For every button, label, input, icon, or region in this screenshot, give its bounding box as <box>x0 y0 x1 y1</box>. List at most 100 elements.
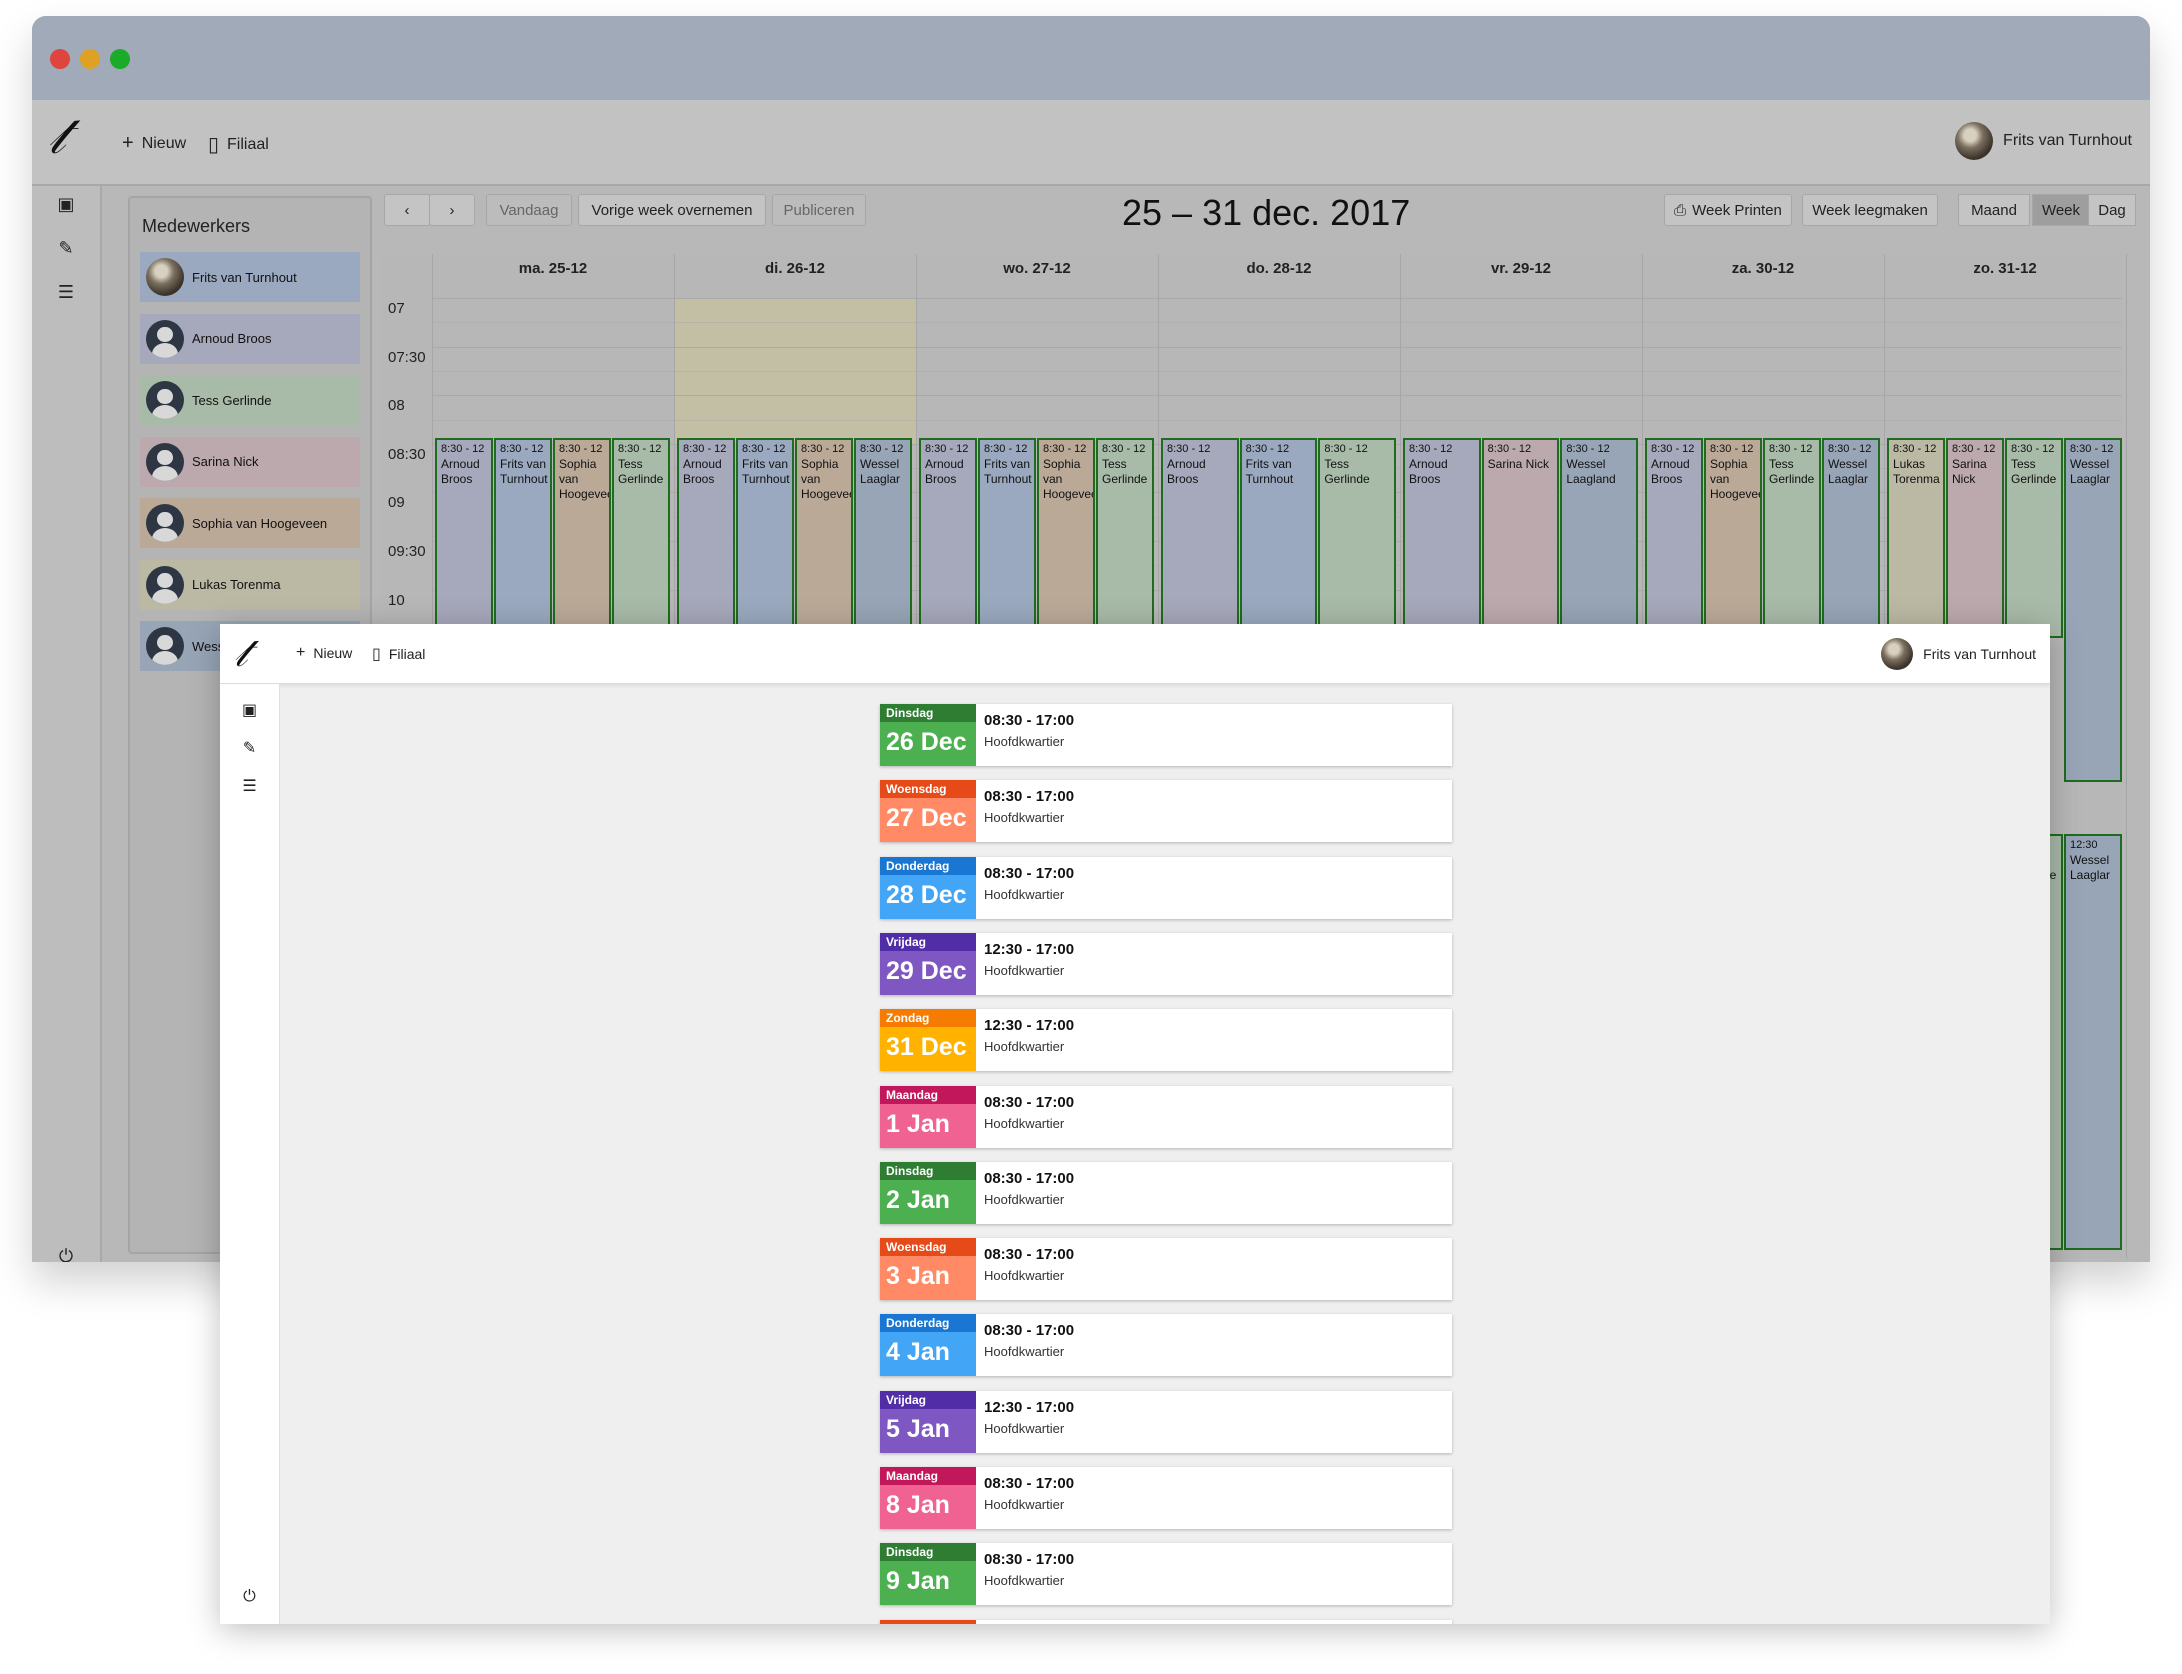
calendar-icon[interactable]: ▣ <box>220 700 279 720</box>
employee-item[interactable]: Sophia van Hoogeveen <box>140 498 360 548</box>
shift-block[interactable]: 8:30 - 12 Wessel Laaglar <box>854 437 912 638</box>
view-dag-button[interactable]: Dag <box>2088 194 2136 226</box>
shift-location: Hoofdkwartier <box>984 1115 1065 1131</box>
weekday-label: Dinsdag <box>880 704 976 722</box>
copy-previous-week-button[interactable]: Vorige week overnemen <box>578 194 766 226</box>
shift-block[interactable]: 8:30 - 12 Tess Gerlinde <box>1318 437 1396 638</box>
day-header[interactable]: vr. 29-12 <box>1400 254 1642 282</box>
zoom-window-button[interactable] <box>110 49 130 69</box>
shift-block[interactable]: 8:30 - 12 Frits van Turnhout <box>494 437 552 638</box>
shift-block[interactable]: 8:30 - 12 Frits van Turnhout <box>736 437 794 638</box>
previous-week-button[interactable]: ‹ <box>384 194 430 226</box>
shift-block[interactable]: 8:30 - 12Sophia van Hoogeveen <box>1704 437 1762 638</box>
shift-block[interactable]: 8:30 - 12 Frits van Turnhout <box>978 437 1036 638</box>
power-icon[interactable]: ⏻ <box>220 1588 279 1606</box>
new-label: Nieuw <box>141 134 187 152</box>
side-navigation: ▣ ✎ ☰ ⏻ <box>32 186 102 1262</box>
day-header[interactable]: wo. 27-12 <box>916 254 1158 282</box>
day-header[interactable]: do. 28-12 <box>1158 254 1400 282</box>
date-badge: Zondag 31 Dec <box>880 1009 976 1072</box>
shift-block[interactable]: 8:30 - 12 Wessel Laagland <box>1560 437 1638 638</box>
list-icon[interactable]: ☰ <box>220 776 279 796</box>
shift-time: 8:30 - 12 <box>1710 442 1754 455</box>
day-header[interactable]: di. 26-12 <box>674 254 916 282</box>
schedule-card[interactable]: Vrijdag 5 Jan 12:30 - 17:00 Hoofdkwartier <box>880 1390 1452 1453</box>
shift-block[interactable]: 8:30 - 12 Tess Gerlinde <box>1763 437 1821 638</box>
day-header[interactable]: ma. 25-12 <box>432 254 674 282</box>
employee-item[interactable]: Arnoud Broos <box>140 313 360 364</box>
shift-block[interactable]: 12:30 Wessel Laaglar <box>2064 834 2122 1250</box>
pencil-icon[interactable]: ✎ <box>32 238 100 259</box>
shift-block[interactable]: 8:30 - 12 Arnoud Broos <box>1645 437 1703 638</box>
app-logo-icon[interactable]: 𝓉 <box>234 630 248 676</box>
schedule-card[interactable]: Maandag 1 Jan 08:30 - 17:00 Hoofdkwartier <box>880 1085 1452 1148</box>
shift-block[interactable]: 8:30 - 12Sophia van Hoogeveen <box>795 437 853 638</box>
clear-week-button[interactable]: Week leegmaken <box>1802 194 1938 226</box>
date-label: 26 Dec <box>886 728 967 756</box>
shift-block[interactable]: 8:30 - 12 Tess Gerlinde <box>1096 437 1154 638</box>
shift-block[interactable]: 8:30 - 12 Arnoud Broos <box>1403 437 1481 638</box>
power-icon[interactable]: ⏻ <box>32 1246 100 1262</box>
app-logo-icon[interactable]: 𝓉 <box>48 106 66 167</box>
view-maand-button[interactable]: Maand <box>1958 194 2030 226</box>
shift-block[interactable]: 8:30 - 12 Arnoud Broos <box>1161 437 1239 638</box>
pencil-icon[interactable]: ✎ <box>220 738 279 758</box>
close-window-button[interactable] <box>50 49 70 69</box>
schedule-card[interactable]: Dinsdag 2 Jan 08:30 - 17:00 Hoofdkwartier <box>880 1161 1452 1224</box>
shift-block[interactable]: 8:30 - 12Sophia van Hoogeveen <box>1037 437 1095 638</box>
shift-block[interactable]: 8:30 - 12 Frits van Turnhout <box>1239 437 1318 638</box>
schedule-card[interactable]: Dinsdag 26 Dec 08:30 - 17:00 Hoofdkwartier <box>880 704 1452 766</box>
building-icon: ▯ <box>208 134 220 156</box>
print-week-button[interactable]: ⎙ Week Printen <box>1664 194 1792 226</box>
schedule-card[interactable]: Maandag 8 Jan 08:30 - 17:00 Hoofdkwartier <box>880 1467 1452 1529</box>
shift-block[interactable]: 8:30 - 12 Arnoud Broos <box>435 437 493 638</box>
app-toolbar: 𝓉 + Nieuw ▯ Filiaal Frits van Turnhout <box>220 624 2050 684</box>
branch-button[interactable]: ▯ Filiaal <box>208 132 269 157</box>
user-menu[interactable]: Frits van Turnhout <box>1955 122 2132 160</box>
schedule-card[interactable]: Woensdag 3 Jan 08:30 - 17:00 Hoofdkwartier <box>880 1238 1452 1301</box>
schedule-card[interactable]: Donderdag 4 Jan 08:30 - 17:00 Hoofdkwartier <box>880 1314 1452 1377</box>
shift-time: 8:30 - 12 <box>559 442 603 455</box>
shift-location: Hoofdkwartier <box>984 810 1065 826</box>
schedule-card-partial[interactable] <box>880 1619 1452 1624</box>
date-label: 1 Jan <box>886 1109 950 1138</box>
new-button[interactable]: + Nieuw <box>296 644 352 662</box>
user-menu[interactable]: Frits van Turnhout <box>1881 638 2036 670</box>
weekday-label: Donderdag <box>880 1314 976 1333</box>
day-header[interactable]: zo. 31-12 <box>1884 254 2126 282</box>
schedule-card[interactable]: Vrijdag 29 Dec 12:30 - 17:00 Hoofdkwartier <box>880 932 1452 995</box>
schedule-card[interactable]: Donderdag 28 Dec 08:30 - 17:00 Hoofdkwartie… <box>880 856 1452 919</box>
date-label: 3 Jan <box>886 1262 950 1291</box>
shift-block[interactable]: 8:30 - 12 Wessel Laaglar <box>1822 437 1880 638</box>
shift-block[interactable]: 8:30 - 12 Arnoud Broos <box>677 437 735 638</box>
shift-block[interactable]: 8:30 - 12 Sarina Nick <box>1481 437 1560 638</box>
shift-block[interactable]: 8:30 - 12 Wessel Laaglar <box>2064 437 2122 782</box>
employee-item[interactable]: Tess Gerlinde <box>140 375 360 425</box>
schedule-card[interactable]: Dinsdag 9 Jan 08:30 - 17:00 Hoofdkwartier <box>880 1543 1452 1606</box>
view-week-button[interactable]: Week <box>2032 194 2090 226</box>
employee-item[interactable]: Sarina Nick <box>140 436 360 487</box>
list-icon[interactable]: ☰ <box>32 282 100 303</box>
next-week-button[interactable]: › <box>429 194 475 226</box>
today-button[interactable]: Vandaag <box>486 194 572 226</box>
shift-block[interactable]: 8:30 - 12 Tess Gerlinde <box>2005 437 2063 638</box>
shift-block[interactable]: 8:30 - 12Sophia van Hoogeveen <box>553 437 611 638</box>
shift-block[interactable]: 8:30 - 12 Arnoud Broos <box>919 437 977 638</box>
day-header[interactable]: za. 30-12 <box>1642 254 1884 282</box>
minimize-window-button[interactable] <box>80 49 100 69</box>
schedule-card[interactable]: Woensdag 27 Dec 08:30 - 17:00 Hoofdkwartier <box>880 780 1452 843</box>
new-button[interactable]: + Nieuw <box>122 132 186 155</box>
shift-block[interactable]: 8:30 - 12 Lukas Torenma <box>1887 437 1945 638</box>
shift-block[interactable]: 8:30 - 12 Sarina Nick <box>1946 437 2004 638</box>
shift-block[interactable]: 8:30 - 12 Tess Gerlinde <box>612 437 670 638</box>
schedule-card[interactable]: Zondag 31 Dec 12:30 - 17:00 Hoofdkwartier <box>880 1009 1452 1072</box>
shift-employee: Sarina Nick <box>1952 456 1987 486</box>
shift-time: 8:30 - 12 <box>441 442 485 455</box>
employee-item[interactable]: Frits van Turnhout <box>140 252 360 302</box>
branch-button[interactable]: ▯ Filiaal <box>372 644 425 664</box>
publish-button[interactable]: Publiceren <box>772 194 866 226</box>
calendar-icon[interactable]: ▣ <box>32 194 100 215</box>
employee-item[interactable]: Lukas Torenma <box>140 559 360 610</box>
shift-employee: Wessel Laaglar <box>860 456 901 486</box>
shift-employee: Arnoud Broos <box>1651 456 1690 486</box>
